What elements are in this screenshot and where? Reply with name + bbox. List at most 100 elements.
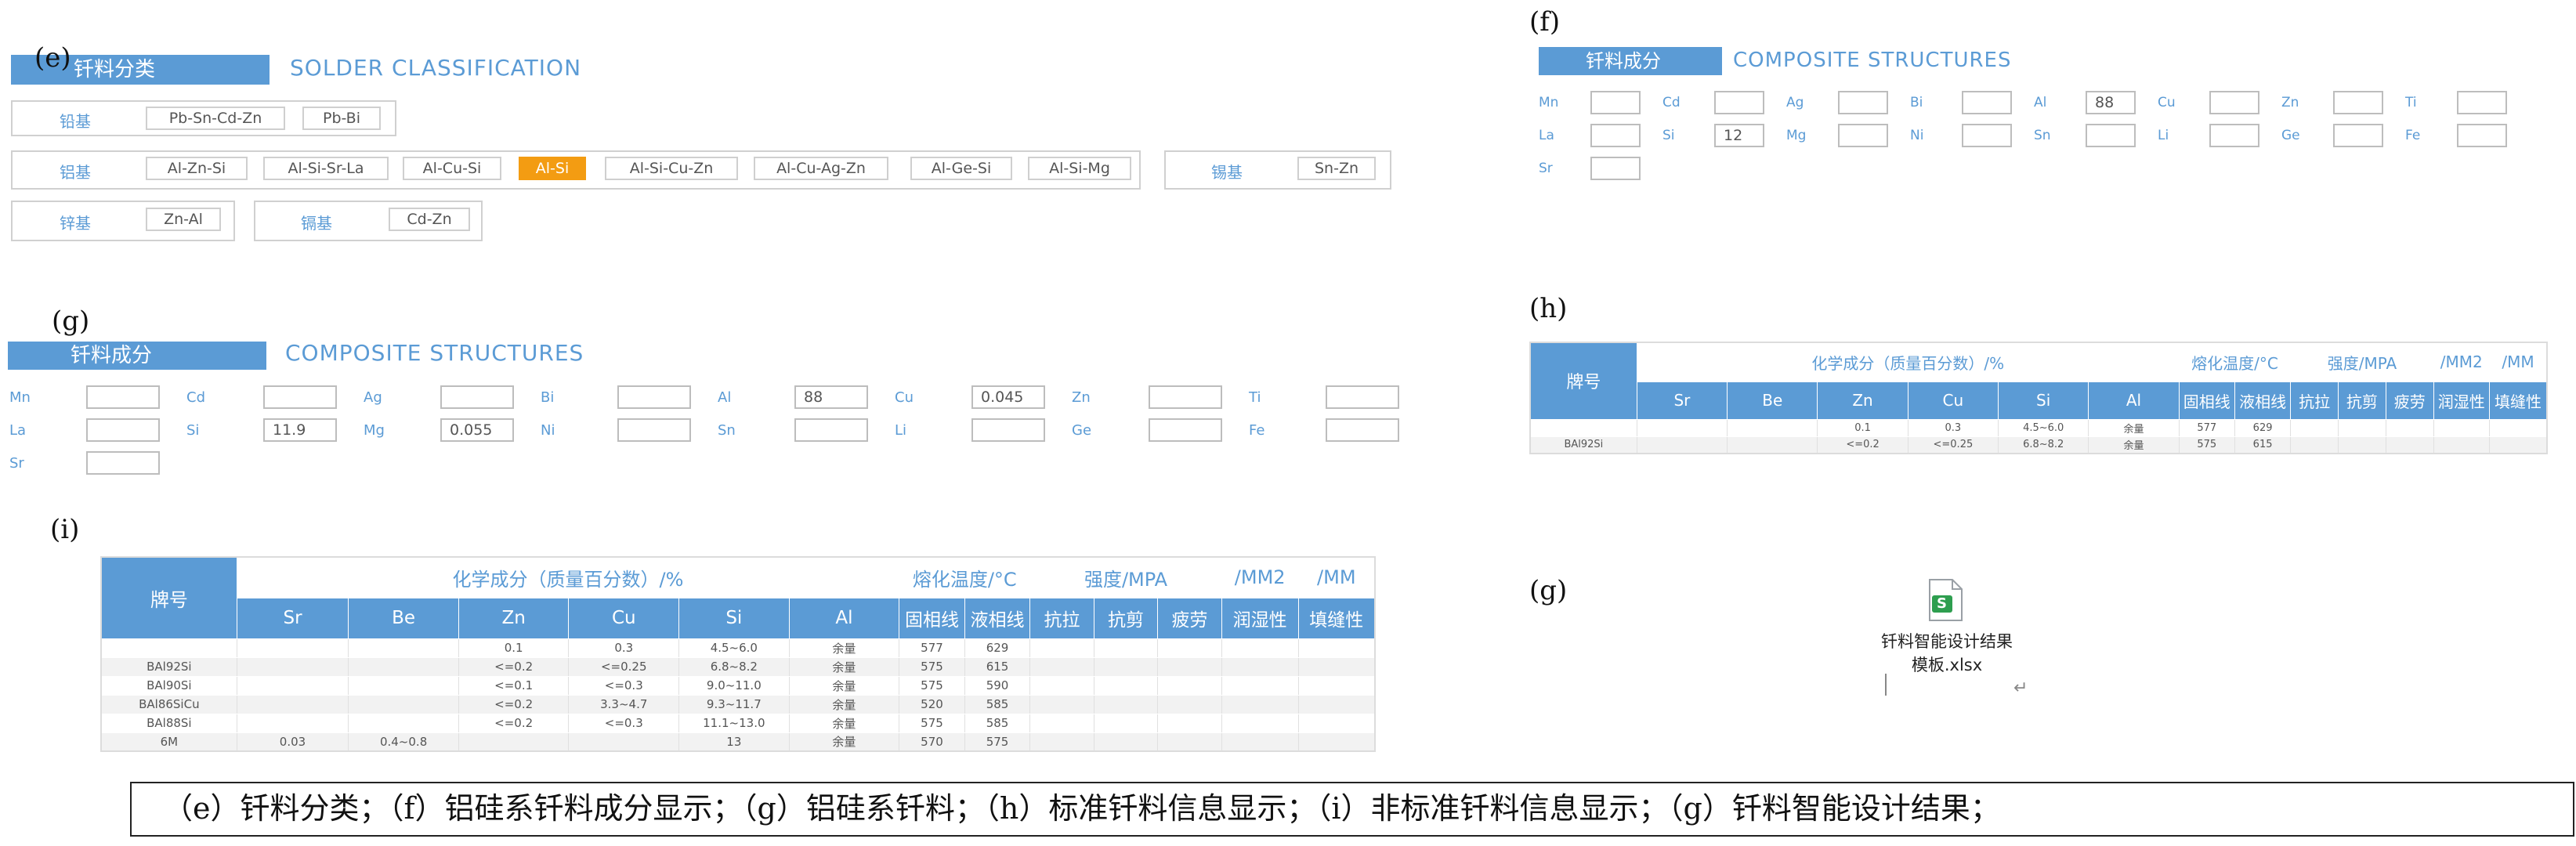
field-input-la[interactable] [1590, 124, 1641, 147]
chip-sn-zn[interactable]: Sn-Zn [1297, 157, 1376, 180]
text-cursor [1885, 674, 1887, 696]
field-input-li[interactable] [2209, 124, 2259, 147]
table-row[interactable]: 0.1 0.3 4.5~6.0 余量 577 629 [100, 638, 1376, 658]
field-label-ge: Ge [1072, 422, 1092, 439]
panel-composition-f: (f) 钎料成分 COMPOSITE STRUCTURES Mn Cd Ag Bi Al… [1512, 0, 2570, 204]
table-cell: 0.3 [568, 638, 680, 658]
panel-label-g: (g) [52, 306, 90, 337]
chip-zn-al[interactable]: Zn-Al [146, 208, 221, 231]
file-name[interactable]: 钎料智能设计结果 模板.xlsx [1857, 630, 2037, 677]
field-input-zn[interactable] [1149, 385, 1222, 409]
chip-pb-bi[interactable]: Pb-Bi [302, 107, 381, 130]
field-input-ge[interactable] [2333, 124, 2383, 147]
field-input-bi[interactable] [617, 385, 691, 409]
table-cell: 590 [964, 675, 1031, 696]
chip-cd-zn[interactable]: Cd-Zn [389, 208, 470, 231]
field-input-mn[interactable] [1590, 91, 1641, 114]
header-element-zn: Zn [458, 597, 570, 639]
field-label-fe: Fe [2405, 128, 2421, 143]
field-input-sn[interactable] [2086, 124, 2136, 147]
field-input-li[interactable] [971, 418, 1045, 442]
table-cell [236, 638, 349, 658]
table-cell: 575 [899, 713, 965, 733]
chip-al-ge-si[interactable]: Al-Ge-Si [910, 157, 1012, 180]
field-input-mg[interactable]: 0.055 [440, 418, 514, 442]
field-input-cd[interactable] [263, 385, 337, 409]
field-input-al[interactable]: 88 [2086, 91, 2136, 114]
table-row[interactable]: 0.1 0.3 4.5~6.0 余量 577 629 [1529, 418, 2548, 437]
table-cell: 余量 [2088, 418, 2180, 437]
panel-composition-g: (g) 钎料成分 COMPOSITE STRUCTURES Mn Cd Ag Bi Al… [0, 306, 1489, 494]
field-input-mg[interactable] [1838, 124, 1888, 147]
standard-solder-table: 牌号 化学成分（质量百分数）/% 熔化温度/°C 强度/MPA/MM2/MM Sr Be Z… [1529, 342, 2548, 454]
table-cell [2290, 436, 2339, 454]
table-row[interactable]: BAl86SiCu <=0.2 3.3~4.7 9.3~11.7 余量 520 585 [100, 694, 1376, 714]
header-composition: 化学成分（质量百分数）/% [1636, 342, 2180, 381]
field-input-fe[interactable] [2457, 124, 2507, 147]
field-input-mn[interactable] [86, 385, 160, 409]
table-cell: 615 [2234, 436, 2292, 454]
field-label-al: Al [718, 389, 732, 406]
spreadsheet-file-icon[interactable]: S [1927, 578, 1963, 622]
chip-al-cu-si[interactable]: Al-Cu-Si [403, 157, 501, 180]
header-melting: 熔化温度/°C [2178, 342, 2292, 382]
table-cell [1297, 656, 1376, 677]
table-cell [1093, 732, 1159, 752]
field-input-ag[interactable] [1838, 91, 1888, 114]
field-input-ti[interactable] [1326, 385, 1399, 409]
field-input-ni[interactable] [617, 418, 691, 442]
field-label-li: Li [2158, 128, 2169, 143]
chip-al-si-sr-la[interactable]: Al-Si-Sr-La [263, 157, 389, 180]
table-cell [2385, 436, 2434, 454]
table-cell: 6.8~8.2 [1998, 436, 2089, 454]
field-label-sr: Sr [1539, 161, 1553, 176]
table-cell [1093, 675, 1159, 696]
field-input-sn[interactable] [794, 418, 868, 442]
field-input-ge[interactable] [1149, 418, 1222, 442]
field-input-bi[interactable] [1962, 91, 2012, 114]
field-label-mn: Mn [1539, 95, 1559, 110]
table-cell: 6M [100, 732, 237, 752]
table-cell: 余量 [788, 694, 900, 714]
field-input-sr[interactable] [1590, 157, 1641, 180]
field-input-cu[interactable]: 0.045 [971, 385, 1045, 409]
field-input-al[interactable]: 88 [794, 385, 868, 409]
header-melting: 熔化温度/°C [899, 556, 1031, 598]
section-title-en-g: COMPOSITE STRUCTURES [285, 340, 584, 366]
table-row[interactable]: BAl88Si <=0.2 <=0.3 11.1~13.0 余量 575 585 [100, 713, 1376, 733]
table-row[interactable]: BAl90Si <=0.1 <=0.3 9.0~11.0 余量 575 590 [100, 675, 1376, 696]
field-input-zn[interactable] [2333, 91, 2383, 114]
section-title-en-f: COMPOSITE STRUCTURES [1733, 49, 2012, 72]
table-cell [1221, 656, 1299, 677]
field-input-si[interactable]: 11.9 [263, 418, 337, 442]
field-input-cu[interactable] [2209, 91, 2259, 114]
table-cell [1297, 713, 1376, 733]
nonstandard-solder-table: 牌号 化学成分（质量百分数）/% 熔化温度/°C 强度/MPA/MM2/MM Sr Be Z… [100, 556, 1376, 752]
table-cell [236, 713, 349, 733]
field-input-ti[interactable] [2457, 91, 2507, 114]
field-input-ni[interactable] [1962, 124, 2012, 147]
table-cell [1093, 638, 1159, 658]
field-input-cd[interactable] [1714, 91, 1764, 114]
header-mm2: /MM2 [2433, 342, 2490, 382]
table-cell: 615 [964, 656, 1031, 677]
chip-al-cu-ag-zn[interactable]: Al-Cu-Ag-Zn [754, 157, 888, 180]
field-input-sr[interactable] [86, 451, 160, 475]
table-row[interactable]: BAl92Si <=0.2 <=0.25 6.8~8.2 余量 575 615 [1529, 436, 2548, 454]
header-mm: /MM [2488, 342, 2548, 382]
table-cell: <=0.1 [458, 675, 570, 696]
chip-al-si-selected[interactable]: Al-Si [519, 157, 586, 180]
chip-pb-sn-cd-zn[interactable]: Pb-Sn-Cd-Zn [146, 107, 285, 130]
field-input-si[interactable]: 12 [1714, 124, 1764, 147]
field-input-la[interactable] [86, 418, 160, 442]
table-row[interactable]: BAl92Si <=0.2 <=0.25 6.8~8.2 余量 575 615 [100, 656, 1376, 677]
table-cell: 570 [899, 732, 965, 752]
field-input-ag[interactable] [440, 385, 514, 409]
table-cell: 0.1 [458, 638, 570, 658]
chip-al-zn-si[interactable]: Al-Zn-Si [146, 157, 248, 180]
table-row[interactable]: 6M 0.03 0.4~0.8 13 余量 570 575 [100, 732, 1376, 752]
section-tag-label: 钎料分类 [74, 58, 156, 81]
chip-al-si-cu-zn[interactable]: Al-Si-Cu-Zn [605, 157, 738, 180]
field-input-fe[interactable] [1326, 418, 1399, 442]
chip-al-si-mg[interactable]: Al-Si-Mg [1028, 157, 1131, 180]
